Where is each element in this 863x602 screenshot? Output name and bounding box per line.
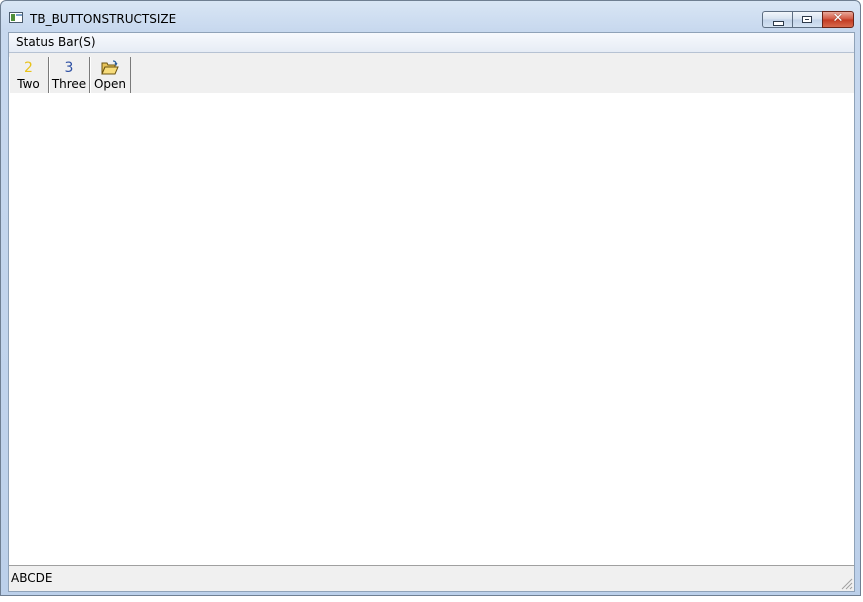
title-bar[interactable]: TB_BUTTONSTRUCTSIZE ✕ [1,1,860,33]
number-three-icon: 3 [64,60,74,76]
toolbar: 2 Two 3 Three Open [9,53,854,93]
restore-button[interactable] [792,11,822,28]
minimize-button[interactable] [762,11,792,28]
close-icon: ✕ [832,11,844,26]
menu-bar: Status Bar(S) [9,33,854,53]
client-area: Status Bar(S) 2 Two 3 Three Open ABCDE [8,32,855,592]
window-title: TB_BUTTONSTRUCTSIZE [30,12,177,26]
number-two-icon: 2 [24,60,33,76]
open-folder-icon [90,59,130,77]
toolbar-button-label: Two [17,77,40,91]
toolbar-button-three[interactable]: 3 Three [49,57,90,93]
app-window: TB_BUTTONSTRUCTSIZE ✕ Status Bar(S) 2 Tw… [0,0,861,596]
status-bar: ABCDE [9,565,854,591]
toolbar-button-open[interactable]: Open [90,57,131,93]
caption-buttons: ✕ [762,11,854,29]
restore-icon [802,16,812,23]
size-grip-icon[interactable] [839,576,853,590]
toolbar-button-label: Three [51,77,87,91]
application-window-icon[interactable] [9,12,23,23]
status-text: ABCDE [11,571,53,585]
minimize-icon [773,21,784,26]
toolbar-button-two[interactable]: 2 Two [9,57,49,93]
toolbar-button-label: Open [93,77,127,91]
menu-item-status-bar[interactable]: Status Bar(S) [15,35,97,49]
close-button[interactable]: ✕ [822,11,854,28]
background-page-strip [0,596,863,602]
document-area[interactable] [9,93,854,565]
